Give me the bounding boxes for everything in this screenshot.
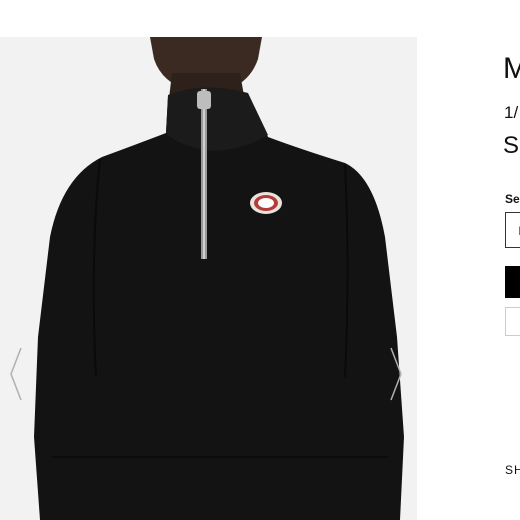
wishlist-button[interactable] — [505, 307, 520, 336]
gallery-prev-button[interactable] — [4, 342, 28, 406]
add-to-bag-button[interactable] — [505, 266, 520, 298]
product-image-gallery[interactable] — [0, 37, 417, 520]
product-price: S — [503, 132, 520, 159]
product-subtitle: 1/ — [504, 103, 519, 122]
sweatshirt — [34, 90, 404, 520]
share-label[interactable]: SH — [505, 463, 520, 477]
product-brand-title: M — [503, 52, 520, 85]
gallery-next-button[interactable] — [384, 342, 408, 406]
chevron-right-icon — [390, 347, 402, 401]
zipper-pull — [197, 91, 211, 109]
brand-logo-patch — [250, 192, 282, 214]
product-photo — [34, 37, 404, 520]
size-select[interactable]: I — [505, 212, 520, 248]
stand-collar — [166, 87, 268, 151]
chevron-left-icon — [10, 347, 22, 401]
size-selector-label: Se — [505, 192, 520, 206]
